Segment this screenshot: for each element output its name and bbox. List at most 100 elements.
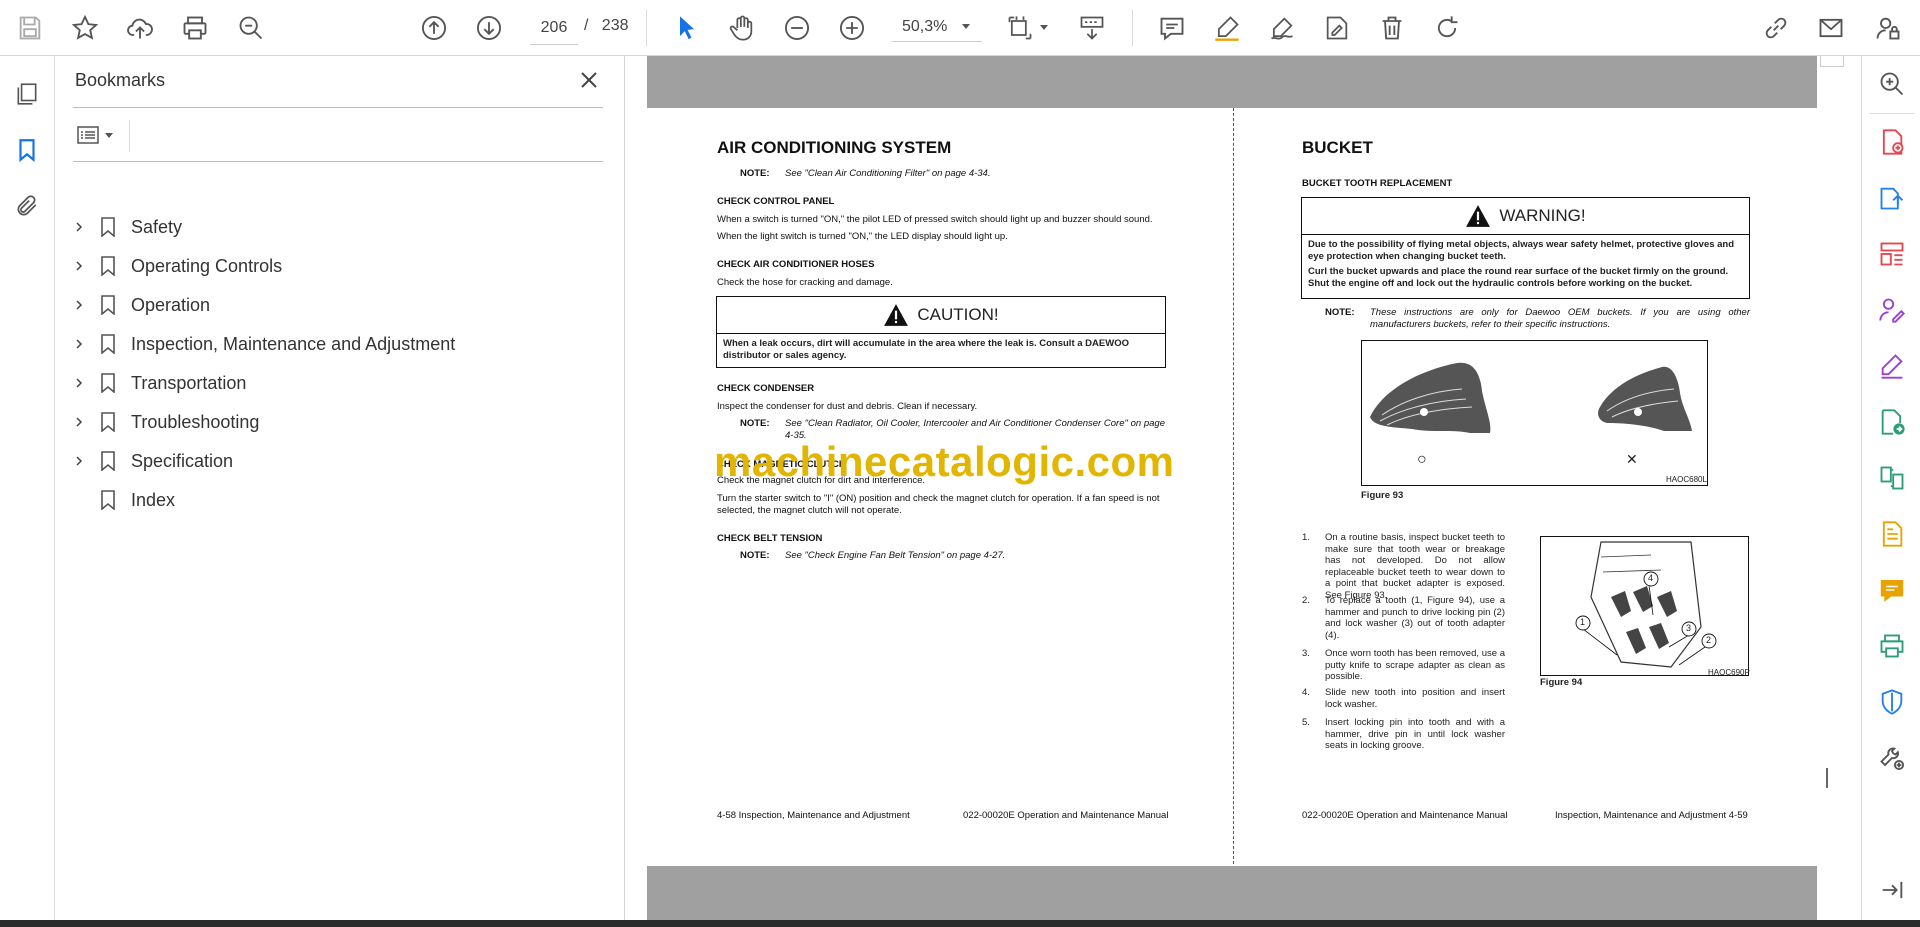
bookmark-item-troubleshooting[interactable]: Troubleshooting — [69, 407, 259, 437]
chevron-right-icon[interactable] — [69, 334, 89, 354]
rail-divider — [1870, 113, 1914, 114]
chevron-right-icon[interactable] — [69, 412, 89, 432]
figure-94: 1 2 3 4 — [1540, 536, 1749, 676]
page-fit-chevron-icon[interactable] — [1040, 25, 1048, 30]
chevron-right-icon[interactable] — [69, 295, 89, 315]
chevron-right-icon[interactable] — [69, 451, 89, 471]
bookmark-item-operating-controls[interactable]: Operating Controls — [69, 251, 282, 281]
save-icon[interactable] — [12, 10, 48, 46]
section-heading: CHECK AIR CONDITIONER HOSES — [717, 259, 875, 270]
step-number: 3. — [1302, 648, 1310, 659]
compare-files-icon[interactable] — [1876, 462, 1908, 494]
search-zoom-icon[interactable] — [1876, 68, 1908, 100]
bookmark-item-transportation[interactable]: Transportation — [69, 368, 246, 398]
page-footer-right: Inspection, Maintenance and Adjustment 4… — [1555, 810, 1748, 821]
step-text: Insert locking pin into tooth and with a… — [1325, 717, 1505, 751]
bookmark-item-specification[interactable]: Specification — [69, 446, 233, 476]
step-text: Slide new tooth into position and insert… — [1325, 687, 1505, 710]
list-options-icon — [77, 126, 99, 144]
page-title: BUCKET — [1302, 138, 1373, 157]
body-text: Check the hose for cracking and damage. — [717, 277, 893, 288]
star-icon[interactable] — [67, 10, 103, 46]
step-text: To replace a tooth (1, Figure 94), use a… — [1325, 595, 1505, 641]
bookmark-item-operation[interactable]: Operation — [69, 290, 210, 320]
chevron-right-icon[interactable] — [69, 217, 89, 237]
scroll-mode-icon[interactable] — [1074, 10, 1110, 46]
close-icon[interactable] — [577, 68, 601, 92]
more-tools-icon[interactable] — [1876, 742, 1908, 774]
bookmark-icon[interactable] — [11, 134, 43, 166]
print-production-icon[interactable] — [1876, 630, 1908, 662]
create-pdf-icon[interactable] — [1876, 126, 1908, 158]
page-divider — [1233, 108, 1234, 864]
bookmark-icon — [97, 215, 119, 239]
sign-icon[interactable] — [1319, 10, 1355, 46]
toolbar-divider — [129, 120, 130, 152]
comment-icon[interactable] — [1154, 10, 1190, 46]
step-number: 5. — [1302, 717, 1310, 728]
scrollbar-thumb[interactable] — [1826, 768, 1828, 788]
bookmark-options-button[interactable] — [75, 120, 121, 150]
bookmark-icon — [97, 254, 119, 278]
tooth-replacement-illustration — [1575, 541, 1717, 668]
previous-page-icon[interactable] — [416, 10, 452, 46]
chevron-right-icon[interactable] — [69, 373, 89, 393]
print-icon[interactable] — [177, 10, 213, 46]
scan-ocr-icon[interactable] — [1876, 518, 1908, 550]
fill-sign-icon[interactable] — [1876, 350, 1908, 382]
toolbar-divider — [1132, 10, 1133, 46]
export-pdf-icon[interactable] — [1876, 182, 1908, 214]
request-signature-icon[interactable] — [1876, 294, 1908, 326]
page-gap — [647, 56, 1817, 108]
organize-pages-icon[interactable] — [1876, 238, 1908, 270]
email-icon[interactable] — [1813, 10, 1849, 46]
chevron-down-icon[interactable] — [962, 24, 970, 29]
bookmark-item-index[interactable]: Index — [69, 485, 175, 515]
section-heading: CHECK CONTROL PANEL — [717, 196, 835, 207]
attachment-icon[interactable] — [11, 190, 43, 222]
body-text: When the light switch is turned "ON," th… — [717, 231, 1008, 242]
note-label: NOTE: — [740, 550, 770, 561]
collapse-tools-icon[interactable] — [1876, 874, 1908, 906]
share-link-icon[interactable] — [1758, 10, 1794, 46]
zoom-out-icon[interactable] — [779, 10, 815, 46]
chevron-right-icon[interactable] — [69, 256, 89, 276]
send-file-icon[interactable] — [1876, 406, 1908, 438]
protect-user-icon[interactable] — [1870, 10, 1906, 46]
page-thumbnails-icon[interactable] — [11, 78, 43, 110]
bookmark-label: Operating Controls — [131, 255, 283, 276]
zoom-in-icon[interactable] — [834, 10, 870, 46]
step-text: On a routine basis, inspect bucket teeth… — [1325, 532, 1505, 601]
bookmark-icon — [97, 449, 119, 473]
next-page-icon[interactable] — [471, 10, 507, 46]
bookmark-label: Specification — [131, 450, 234, 471]
chevron-placeholder — [69, 490, 89, 510]
rotate-icon[interactable] — [1429, 10, 1465, 46]
step-text: Once worn tooth has been removed, use a … — [1325, 648, 1505, 682]
bookmark-label: Troubleshooting — [131, 411, 260, 432]
body-text: Inspect the condenser for dust and debri… — [717, 401, 978, 412]
draw-icon[interactable] — [1264, 10, 1300, 46]
find-zoom-icon[interactable] — [233, 10, 269, 46]
protect-shield-icon[interactable] — [1876, 686, 1908, 718]
delete-icon[interactable] — [1374, 10, 1410, 46]
caution-header: CAUTION! — [717, 297, 1165, 334]
page-footer-right: 022-00020E Operation and Maintenance Man… — [963, 810, 1169, 821]
note-text: These instructions are only for Daewoo O… — [1370, 307, 1750, 330]
scrollbar-track-top — [1820, 56, 1844, 67]
page-fit-icon[interactable] — [1002, 10, 1038, 46]
caution-title: CAUTION! — [917, 305, 999, 324]
hand-tool-icon[interactable] — [724, 10, 760, 46]
bucket-tooth-illustration — [1370, 362, 1692, 433]
comment-tool-icon[interactable] — [1876, 574, 1908, 606]
figure-93: ○ ✕ — [1361, 340, 1708, 486]
select-cursor-icon[interactable] — [669, 10, 705, 46]
bookmark-item-inspection-maintenance[interactable]: Inspection, Maintenance and Adjustment — [69, 329, 455, 359]
tooth-worn — [1598, 366, 1692, 431]
bookmark-item-safety[interactable]: Safety — [69, 212, 182, 242]
cloud-upload-icon[interactable] — [122, 10, 158, 46]
page-number-input[interactable] — [530, 12, 578, 45]
panel-divider — [73, 161, 603, 162]
page-footer-left: 4-58 Inspection, Maintenance and Adjustm… — [717, 810, 910, 821]
highlight-icon[interactable] — [1209, 10, 1245, 46]
